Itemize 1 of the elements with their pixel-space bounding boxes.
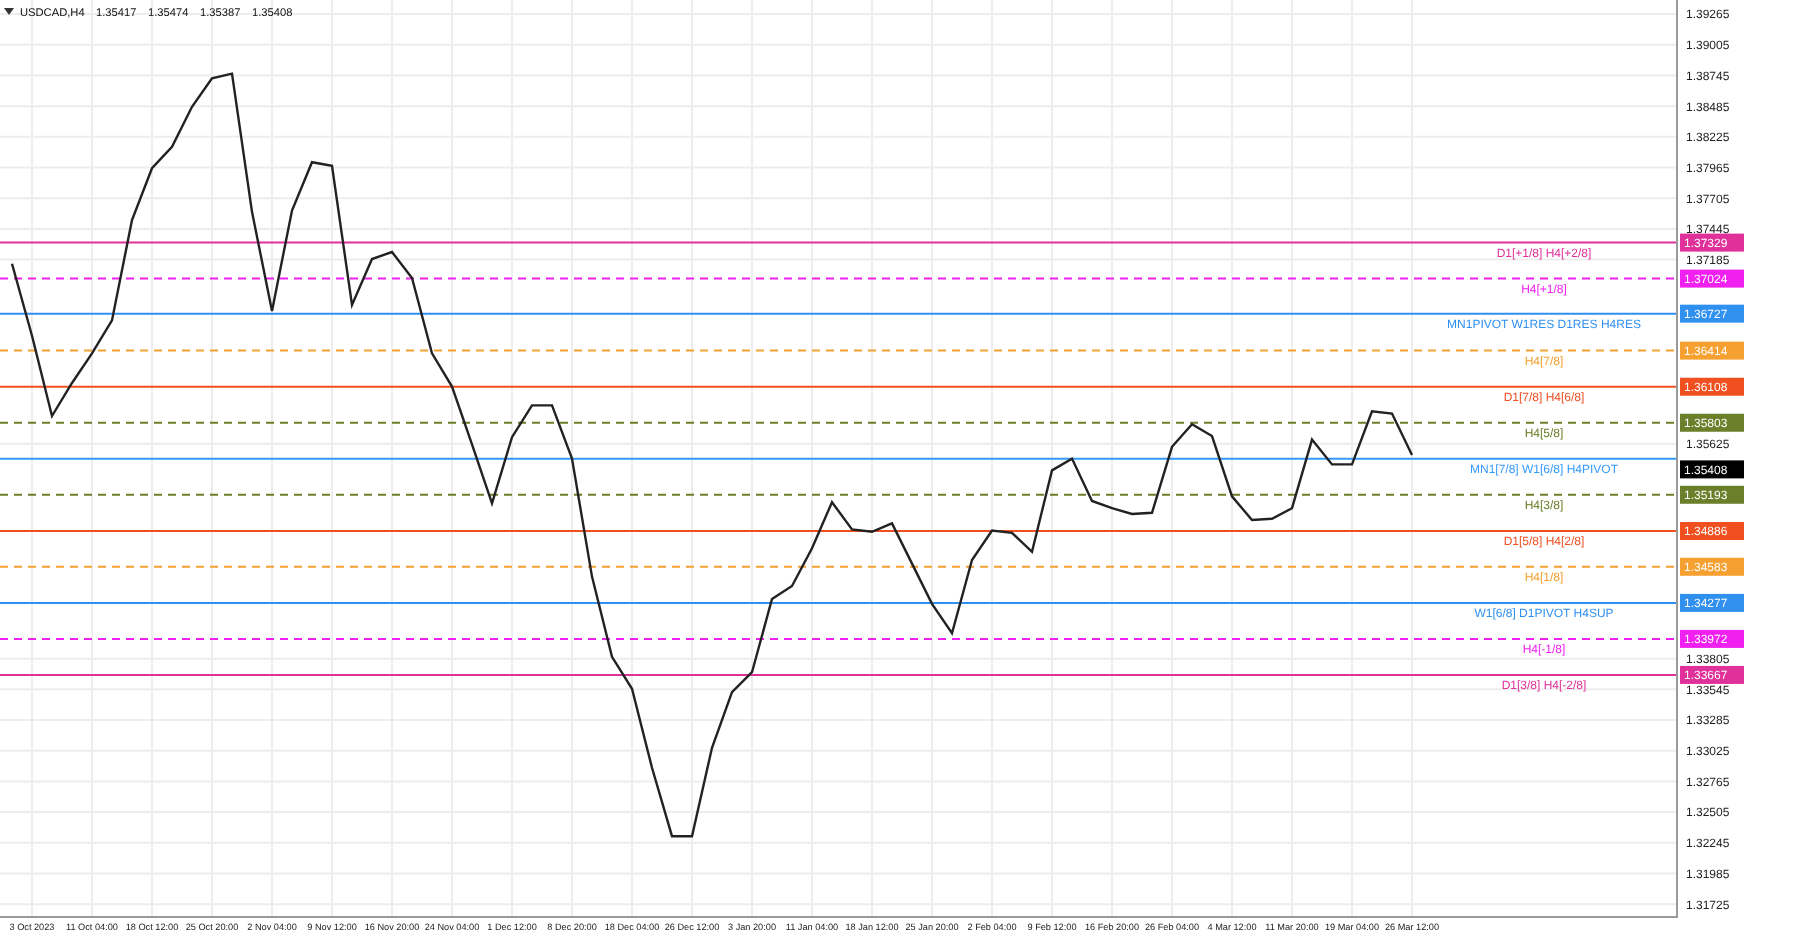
dropdown-icon[interactable] <box>4 8 14 15</box>
